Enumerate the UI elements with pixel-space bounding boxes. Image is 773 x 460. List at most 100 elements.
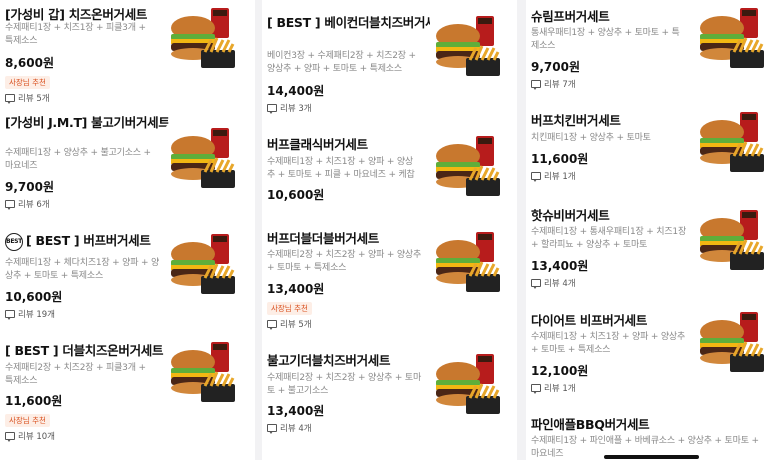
review-count[interactable]: 리뷰 6개: [5, 198, 50, 210]
burger-set-image[interactable]: [694, 108, 768, 178]
menu-item-name: [가성비 J.M.T] 불고기버거세트: [5, 115, 170, 130]
menu-item-card[interactable]: 슈림프버거세트 통새우패티1장 + 양상추 + 토마토 + 특제소스 9,700…: [526, 0, 773, 99]
menu-item-desc: 통새우패티1장 + 양상추 + 토마토 + 특제소스: [531, 28, 680, 51]
best-stamp-icon: BEST: [5, 232, 23, 251]
review-count[interactable]: 리뷰 10개: [5, 430, 55, 442]
menu-item-name: [ BEST ] 베이컨더블치즈버거세트: [267, 15, 448, 30]
menu-item-desc: 수제패티2장 + 치즈2장 + 양파 + 양상추 + 토마토 + 특제소스: [267, 250, 422, 273]
chat-icon: [531, 172, 541, 182]
review-label: 리뷰 4개: [280, 424, 312, 434]
review-count[interactable]: 리뷰 19개: [5, 308, 55, 320]
burger-set-image[interactable]: [430, 132, 504, 202]
menu-item-price: 9,700원: [5, 180, 54, 194]
chat-icon: [531, 384, 541, 394]
menu-item-name: 파인애플BBQ버거세트: [531, 417, 650, 432]
review-label: 리뷰 6개: [18, 200, 50, 210]
review-count[interactable]: 리뷰 5개: [267, 318, 312, 330]
menu-item-price: 13,400원: [267, 282, 325, 296]
burger-set-image[interactable]: [165, 124, 239, 194]
menu-item-price: 9,700원: [531, 60, 580, 74]
burger-set-image[interactable]: [430, 350, 504, 420]
menu-column-1: [가성비 갑] 치즈온버거세트 수제패티1장 + 치즈1장 + 피클3개 + 특…: [0, 0, 255, 460]
menu-item-card[interactable]: 버프더블더블버거세트 수제패티2장 + 치즈2장 + 양파 + 양상추 + 토마…: [262, 216, 517, 339]
chat-icon: [5, 432, 15, 442]
review-count[interactable]: 리뷰 4개: [267, 422, 312, 434]
burger-set-image[interactable]: [165, 338, 239, 408]
menu-item-price: 8,600원: [5, 56, 54, 70]
menu-item-desc: 수제패티1장 + 치즈1장 + 양파 + 양상추 + 토마토 + 특제소스: [531, 332, 686, 355]
review-label: 리뷰 19개: [18, 310, 55, 320]
menu-item-desc: 수제패티1장 + 체다치즈1장 + 양파 + 양상추 + 토마토 + 특제소스: [5, 258, 160, 281]
burger-set-image[interactable]: [430, 12, 504, 82]
menu-item-desc: 베이컨3장 + 수제패티2장 + 치즈2장 + 양상추 + 양파 + 토마토 +…: [267, 51, 416, 74]
menu-item-card[interactable]: 불고기더블치즈버거세트 수제패티2장 + 치즈2장 + 양상추 + 토마토 + …: [262, 338, 517, 444]
recommend-badge: 사장님 추천: [5, 76, 50, 89]
review-label: 리뷰 10개: [18, 432, 55, 442]
recommend-badge: 사장님 추천: [267, 302, 312, 315]
menu-item-desc: 수제패티2장 + 치즈2장 + 양상추 + 토마토 + 불고기소스: [267, 373, 422, 396]
menu-item-price: 14,400원: [267, 84, 325, 98]
menu-item-name: [ BEST ] 버프버거세트: [26, 233, 151, 248]
burger-set-image[interactable]: [430, 228, 504, 298]
menu-item-price: 11,600원: [531, 152, 589, 166]
menu-item-name: 핫슈비버거세트: [531, 208, 610, 223]
review-label: 리뷰 7개: [544, 80, 576, 90]
recommend-badge: 사장님 추천: [5, 414, 50, 427]
review-count[interactable]: 리뷰 7개: [531, 78, 576, 90]
menu-item-card[interactable]: 다이어트 비프버거세트 수제패티1장 + 치즈1장 + 양파 + 양상추 + 토…: [526, 298, 773, 403]
menu-item-card[interactable]: [가성비 J.M.T] 불고기버거세트 수제패티1장 + 양상추 + 불고기소스…: [0, 108, 255, 219]
menu-item-name: [가성비 갑] 치즈온버거세트: [5, 7, 148, 22]
menu-item-name: 다이어트 비프버거세트: [531, 313, 648, 328]
burger-set-image[interactable]: [694, 308, 768, 378]
review-count[interactable]: 리뷰 4개: [531, 277, 576, 289]
menu-item-name-row: BEST[ BEST ] 버프버거세트: [5, 230, 151, 251]
review-label: 리뷰 5개: [280, 320, 312, 330]
menu-item-price: 13,400원: [531, 259, 589, 273]
review-count[interactable]: 리뷰 3개: [267, 102, 312, 114]
chat-icon: [267, 424, 277, 434]
menu-item-card[interactable]: [ BEST ] 베이컨더블치즈버거세트 베이컨3장 + 수제패티2장 + 치즈…: [262, 0, 517, 121]
menu-item-desc: 수제패티1장 + 치즈1장 + 양파 + 양상추 + 토마토 + 피클 + 마요…: [267, 157, 415, 180]
menu-item-desc: 수제패티1장 + 치즈1장 + 피클3개 + 특제소스: [5, 23, 146, 46]
menu-item-name: 버프치킨버거세트: [531, 113, 621, 128]
menu-item-price: 10,600원: [5, 290, 63, 304]
menu-item-name: 버프클래식버거세트: [267, 137, 368, 152]
burger-set-image[interactable]: [165, 4, 239, 74]
chat-icon: [5, 94, 15, 104]
review-label: 리뷰 4개: [544, 279, 576, 289]
home-indicator[interactable]: [604, 455, 699, 459]
menu-item-card[interactable]: BEST[ BEST ] 버프버거세트 수제패티1장 + 체다치즈1장 + 양파…: [0, 218, 255, 331]
menu-column-2: [ BEST ] 베이컨더블치즈버거세트 베이컨3장 + 수제패티2장 + 치즈…: [262, 0, 517, 460]
chat-icon: [267, 320, 277, 330]
review-count[interactable]: 리뷰 1개: [531, 170, 576, 182]
chat-icon: [5, 310, 15, 320]
burger-set-image[interactable]: [165, 230, 239, 300]
menu-item-price: 13,400원: [267, 404, 325, 418]
review-label: 리뷰 3개: [280, 104, 312, 114]
review-label: 리뷰 5개: [18, 94, 50, 104]
menu-item-desc: 수제패티1장 + 통새우패티1장 + 치즈1장 + 할라피뇨 + 양상추 + 토…: [531, 227, 687, 250]
burger-set-image[interactable]: [694, 206, 768, 276]
chat-icon: [531, 279, 541, 289]
menu-item-desc: 수제패티2장 + 치즈2장 + 피클3개 + 특제소스: [5, 363, 146, 386]
menu-item-name: 슈림프버거세트: [531, 9, 610, 24]
menu-item-desc: 치킨패티1장 + 양상추 + 토마토: [531, 133, 651, 143]
menu-item-card[interactable]: [가성비 갑] 치즈온버거세트 수제패티1장 + 치즈1장 + 피클3개 + 특…: [0, 0, 255, 109]
review-count[interactable]: 리뷰 1개: [531, 382, 576, 394]
menu-item-price: 11,600원: [5, 394, 63, 408]
burger-set-image[interactable]: [694, 4, 768, 74]
menu-item-name: 불고기더블치즈버거세트: [267, 353, 391, 368]
review-label: 리뷰 1개: [544, 384, 576, 394]
menu-item-card[interactable]: 핫슈비버거세트 수제패티1장 + 통새우패티1장 + 치즈1장 + 할라피뇨 +…: [526, 192, 773, 299]
menu-item-card[interactable]: [ BEST ] 더블치즈온버거세트 수제패티2장 + 치즈2장 + 피클3개 …: [0, 330, 255, 460]
menu-item-price: 12,100원: [531, 364, 589, 378]
menu-item-card[interactable]: 버프클래식버거세트 수제패티1장 + 치즈1장 + 양파 + 양상추 + 토마토…: [262, 120, 517, 217]
menu-item-card[interactable]: 버프치킨버거세트 치킨패티1장 + 양상추 + 토마토 11,600원 리뷰 1…: [526, 98, 773, 193]
chat-icon: [267, 104, 277, 114]
menu-item-card[interactable]: 파인애플BBQ버거세트 수제패티1장 + 파인애플 + 바베큐소스 + 양상추 …: [526, 402, 773, 460]
review-count[interactable]: 리뷰 5개: [5, 92, 50, 104]
review-label: 리뷰 1개: [544, 172, 576, 182]
chat-icon: [531, 80, 541, 90]
menu-item-desc: 수제패티1장 + 양상추 + 불고기소스 + 마요네즈: [5, 148, 151, 171]
chat-icon: [5, 200, 15, 210]
